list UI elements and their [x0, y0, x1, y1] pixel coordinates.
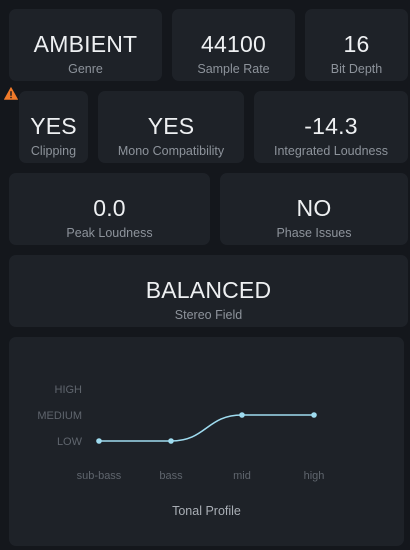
bit-depth-value: 16 [343, 31, 370, 57]
integrated-loudness-card: -14.3 Integrated Loudness [254, 91, 408, 163]
peak-loudness-card: 0.0 Peak Loudness [9, 173, 210, 245]
phase-issues-label: Phase Issues [276, 226, 352, 240]
tonal-point-bass [168, 438, 174, 444]
x-category-label-sub-bass: sub-bass [77, 470, 122, 482]
clipping-label: Clipping [30, 144, 77, 158]
clipping-value: YES [30, 113, 77, 139]
sample-rate-label: Sample Rate [197, 62, 270, 76]
tonal-profile-line [98, 414, 314, 442]
y-level-label-low: LOW [57, 436, 83, 448]
bit-depth-label: Bit Depth [330, 62, 383, 76]
genre-card: AMBIENT Genre [9, 9, 162, 81]
mono-compatibility-label: Mono Compatibility [117, 144, 225, 158]
phase-issues-value: NO [296, 195, 332, 221]
y-level-label-high: HIGH [55, 384, 83, 396]
tonal-point-high [311, 412, 317, 418]
stereo-field-card: BALANCED Stereo Field [9, 255, 408, 327]
tonal-point-sub-bass [96, 438, 102, 444]
tonal-point-mid [239, 412, 245, 418]
bit-depth-card: 16 Bit Depth [305, 9, 408, 81]
mono-compatibility-card: YES Mono Compatibility [98, 91, 244, 163]
tonal-profile-chart: LOW MEDIUM HIGH sub-bass bass mid high Tonal Pr… [9, 337, 404, 546]
y-level-label-medium: MEDIUM [37, 410, 82, 422]
x-category-label-high: high [304, 470, 325, 482]
sample-rate-value: 44100 [201, 31, 266, 57]
peak-loudness-value: 0.0 [93, 195, 126, 221]
peak-loudness-label: Peak Loudness [66, 226, 153, 240]
x-category-label-mid: mid [233, 470, 251, 482]
chart-title: Tonal Profile [172, 504, 241, 518]
integrated-loudness-value: -14.3 [304, 113, 358, 139]
sample-rate-card: 44100 Sample Rate [172, 9, 295, 81]
phase-issues-card: NO Phase Issues [220, 173, 408, 245]
x-category-label-bass: bass [159, 470, 183, 482]
stereo-field-label: Stereo Field [174, 308, 243, 322]
genre-value: AMBIENT [33, 31, 138, 57]
tonal-profile-svg: LOW MEDIUM HIGH sub-bass bass mid high Tonal Pr… [37, 384, 325, 518]
mono-compatibility-value: YES [147, 113, 195, 139]
genre-label: Genre [68, 62, 103, 76]
stereo-field-value: BALANCED [145, 277, 272, 303]
integrated-loudness-label: Integrated Loudness [274, 144, 388, 158]
warning-triangle-icon [4, 87, 18, 100]
clipping-card: YES Clipping [19, 91, 88, 163]
